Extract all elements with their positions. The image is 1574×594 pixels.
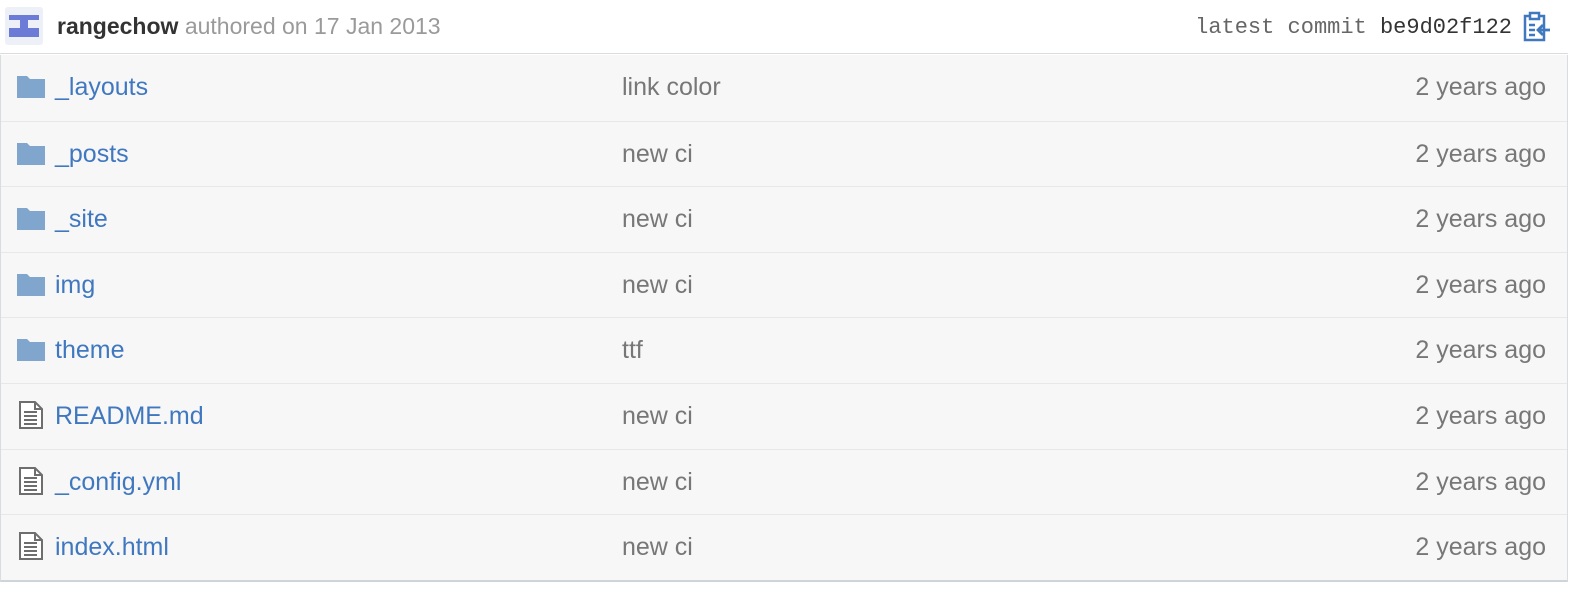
commit-author-line: rangechow authored on 17 Jan 2013 — [57, 12, 441, 40]
commit-age: 2 years ago — [1415, 401, 1546, 430]
file-row: _config.yml new ci 2 years ago — [1, 448, 1567, 515]
commit-age: 2 years ago — [1415, 205, 1546, 234]
file-name-link[interactable]: _posts — [55, 138, 129, 170]
latest-commit-label: latest commit — [1195, 15, 1367, 40]
avatar-pattern-middle — [20, 20, 28, 28]
file-row: img new ci 2 years ago — [1, 251, 1567, 318]
commit-message-link[interactable]: new ci — [622, 138, 693, 170]
authored-date-text: authored on 17 Jan 2013 — [184, 13, 441, 39]
folder-icon — [16, 335, 46, 363]
commit-message-link[interactable]: ttf — [622, 334, 643, 366]
commit-message-link[interactable]: new ci — [622, 531, 693, 563]
clipboard-icon[interactable] — [1522, 11, 1552, 43]
file-text-icon — [16, 466, 46, 495]
file-browser: rangechow authored on 17 Jan 2013 latest… — [0, 0, 1568, 582]
file-row: _posts new ci 2 years ago — [1, 120, 1567, 187]
file-row: README.md new ci 2 years ago — [1, 382, 1567, 449]
folder-icon — [16, 270, 46, 298]
commit-sha-link[interactable]: be9d02f122 — [1380, 15, 1512, 40]
latest-commit-bar: rangechow authored on 17 Jan 2013 latest… — [0, 0, 1568, 54]
commit-age: 2 years ago — [1415, 533, 1546, 562]
file-text-icon — [16, 400, 46, 429]
file-list: _layouts link color 2 years ago _posts new c… — [0, 55, 1568, 582]
commit-message-link[interactable]: new ci — [622, 466, 693, 498]
file-name-link[interactable]: _config.yml — [55, 466, 181, 498]
file-row: _layouts link color 2 years ago — [1, 55, 1567, 121]
file-name-link[interactable]: theme — [55, 334, 124, 366]
file-row: theme ttf 2 years ago — [1, 317, 1567, 383]
commit-message-link[interactable]: new ci — [622, 269, 693, 301]
file-name-link[interactable]: _site — [55, 203, 108, 235]
commit-message-link[interactable]: new ci — [622, 400, 693, 432]
file-name-link[interactable]: index.html — [55, 531, 169, 563]
file-name-link[interactable]: img — [55, 269, 95, 301]
file-name-link[interactable]: _layouts — [55, 71, 148, 103]
file-name-link[interactable]: README.md — [55, 400, 204, 432]
folder-icon — [16, 139, 46, 167]
commit-author-link[interactable]: rangechow — [57, 13, 178, 39]
latest-commit-info: latest commit be9d02f122 — [1195, 14, 1512, 42]
avatar[interactable] — [5, 7, 43, 45]
avatar-pattern-bottom — [9, 28, 39, 37]
folder-icon — [16, 204, 46, 232]
commit-message-link[interactable]: link color — [622, 71, 721, 103]
file-row: index.html new ci 2 years ago — [1, 514, 1567, 580]
commit-message-link[interactable]: new ci — [622, 203, 693, 235]
folder-icon — [16, 72, 46, 100]
commit-age: 2 years ago — [1415, 467, 1546, 496]
commit-age: 2 years ago — [1415, 139, 1546, 168]
commit-age: 2 years ago — [1415, 73, 1546, 101]
file-row: _site new ci 2 years ago — [1, 186, 1567, 252]
commit-age: 2 years ago — [1415, 270, 1546, 299]
file-text-icon — [16, 532, 46, 561]
commit-age: 2 years ago — [1415, 336, 1546, 365]
